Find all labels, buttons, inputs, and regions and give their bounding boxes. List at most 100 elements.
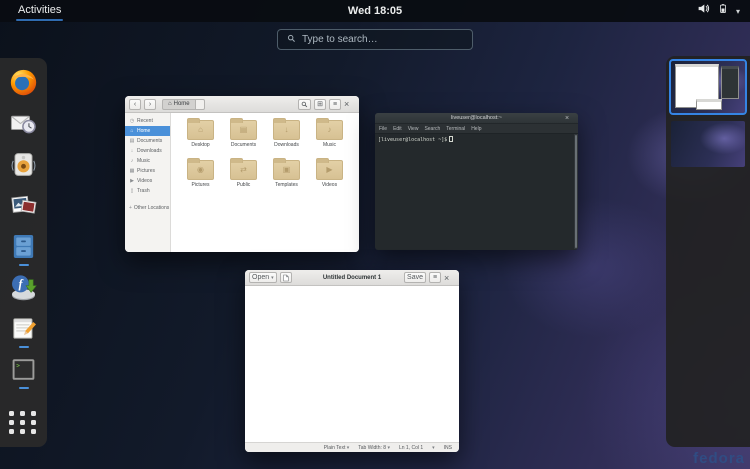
battery-icon <box>718 2 728 20</box>
folder-icon: ▣ <box>273 160 300 180</box>
gedit-document-title: Untitled Document 1 <box>323 275 381 281</box>
files-menu-button[interactable]: ≡ <box>329 99 341 110</box>
dock-item-rhythmbox[interactable] <box>8 150 40 184</box>
folder-public[interactable]: ⇄Public <box>222 160 265 196</box>
workspace-switcher <box>666 56 750 447</box>
home-icon: ⌂ <box>129 128 135 134</box>
folder-videos[interactable]: ▶Videos <box>308 160 351 196</box>
top-bar: Activities Wed 18:05 ▾ <box>0 0 750 22</box>
clock[interactable]: Wed 18:05 <box>348 5 402 17</box>
sidebar-item-music[interactable]: ♪Music <box>125 156 170 166</box>
pictures-icon: ▦ <box>129 168 135 174</box>
show-applications-button[interactable] <box>5 407 42 438</box>
mini-window-terminal <box>721 66 739 99</box>
terminal-content[interactable]: [liveuser@localhost ~]$ <box>375 134 578 249</box>
search-icon <box>301 101 308 108</box>
sidebar-item-downloads[interactable]: ↓Downloads <box>125 146 170 156</box>
folder-icon: ◉ <box>187 160 214 180</box>
terminal-titlebar[interactable]: liveuser@localhost:~ × <box>375 113 578 124</box>
svg-text:>: > <box>16 363 20 370</box>
sidebar-item-home[interactable]: ⌂Home <box>125 126 170 136</box>
music-icon: ♪ <box>129 158 135 164</box>
text-editor-icon <box>9 314 38 343</box>
rhythmbox-icon <box>9 150 38 179</box>
downloads-icon: ↓ <box>129 148 135 154</box>
folder-documents[interactable]: ▤Documents <box>222 120 265 156</box>
sidebar-item-documents[interactable]: ▤Documents <box>125 136 170 146</box>
workspace-thumbnail-2[interactable] <box>671 121 745 167</box>
menu-help[interactable]: Help <box>471 126 481 132</box>
dock-item-gedit[interactable] <box>8 314 40 348</box>
plus-icon: + <box>129 205 132 211</box>
files-window[interactable]: ‹ › ⌂ Home ⊞ ≡ × ◷Recent ⌂Home ▤Document… <box>125 96 359 252</box>
system-status-area[interactable]: ▾ <box>697 2 740 20</box>
fedora-watermark: fedora <box>693 450 745 467</box>
folder-icon: ⌂ <box>187 120 214 140</box>
folder-icon: ♪ <box>316 120 343 140</box>
dock-item-install-to-hard-drive[interactable]: f <box>8 273 40 307</box>
open-label: Open <box>252 274 269 281</box>
files-close-button[interactable]: × <box>344 99 355 109</box>
activities-button[interactable]: Activities <box>14 1 65 21</box>
menu-edit[interactable]: Edit <box>393 126 402 132</box>
sidebar-item-recent[interactable]: ◷Recent <box>125 116 170 126</box>
path-label: Home <box>174 101 190 107</box>
dash-dock: f > <box>0 58 47 447</box>
new-document-icon <box>283 274 289 282</box>
workspace-thumbnail-1[interactable] <box>671 61 745 113</box>
folder-icon: ↓ <box>273 120 300 140</box>
save-button[interactable]: Save <box>404 272 426 283</box>
view-toggle-button[interactable]: ⊞ <box>314 99 326 110</box>
dock-item-firefox[interactable] <box>8 68 40 102</box>
gedit-headerbar: Open ▾ Untitled Document 1 Save ≡ × <box>245 270 459 286</box>
evolution-mail-icon <box>9 109 38 138</box>
tab-width-selector[interactable]: Tab Width: 8 ▾ <box>358 445 390 451</box>
gedit-text-area[interactable] <box>245 286 459 442</box>
path-home-button[interactable]: ⌂ Home <box>162 99 196 110</box>
folder-music[interactable]: ♪Music <box>308 120 351 156</box>
sidebar-item-other-locations[interactable]: +Other Locations <box>125 203 170 213</box>
search-bar[interactable]: Type to search… <box>277 29 473 50</box>
path-stub[interactable] <box>196 99 205 110</box>
sidebar-item-trash[interactable]: ▯Trash <box>125 186 170 196</box>
terminal-close-button[interactable]: × <box>565 113 576 124</box>
sidebar-item-pictures[interactable]: ▦Pictures <box>125 166 170 176</box>
sidebar-item-videos[interactable]: ▶Videos <box>125 176 170 186</box>
dock-item-evolution[interactable] <box>8 109 40 143</box>
menu-view[interactable]: View <box>408 126 419 132</box>
language-selector[interactable]: Plain Text ▾ <box>324 445 350 451</box>
cursor-position: Ln 1, Col 1 <box>399 445 423 451</box>
dock-item-shotwell[interactable] <box>8 191 40 225</box>
search-placeholder: Type to search… <box>302 34 378 45</box>
files-search-button[interactable] <box>298 99 311 110</box>
file-cabinet-icon <box>9 232 38 261</box>
terminal-menubar: File Edit View Search Terminal Help <box>375 124 578 134</box>
running-indicator <box>19 264 29 266</box>
gedit-window[interactable]: Open ▾ Untitled Document 1 Save ≡ × Plai… <box>245 270 459 452</box>
open-button[interactable]: Open ▾ <box>249 272 277 283</box>
folder-pictures[interactable]: ◉Pictures <box>179 160 222 196</box>
folder-desktop[interactable]: ⌂Desktop <box>179 120 222 156</box>
folder-downloads[interactable]: ↓Downloads <box>265 120 308 156</box>
dock-item-terminal[interactable]: > <box>8 355 40 389</box>
menu-search[interactable]: Search <box>424 126 440 132</box>
terminal-window[interactable]: liveuser@localhost:~ × File Edit View Se… <box>375 113 578 250</box>
documents-icon: ▤ <box>129 138 135 144</box>
dock-item-files[interactable] <box>8 232 40 266</box>
terminal-scrollbar[interactable] <box>574 134 578 249</box>
gedit-close-button[interactable]: × <box>444 273 455 283</box>
menu-terminal[interactable]: Terminal <box>446 126 465 132</box>
forward-button[interactable]: › <box>144 99 156 110</box>
terminal-cursor <box>449 136 453 142</box>
chevron-down-icon[interactable]: ▾ <box>432 445 435 451</box>
menu-file[interactable]: File <box>379 126 387 132</box>
terminal-title: liveuser@localhost:~ <box>451 115 502 121</box>
gedit-menu-button[interactable]: ≡ <box>429 272 441 283</box>
back-button[interactable]: ‹ <box>129 99 141 110</box>
folder-icon: ▶ <box>316 160 343 180</box>
install-fedora-icon: f <box>9 273 38 302</box>
running-indicator <box>19 346 29 348</box>
folder-templates[interactable]: ▣Templates <box>265 160 308 196</box>
files-headerbar: ‹ › ⌂ Home ⊞ ≡ × <box>125 96 359 113</box>
new-document-button[interactable] <box>280 272 292 283</box>
